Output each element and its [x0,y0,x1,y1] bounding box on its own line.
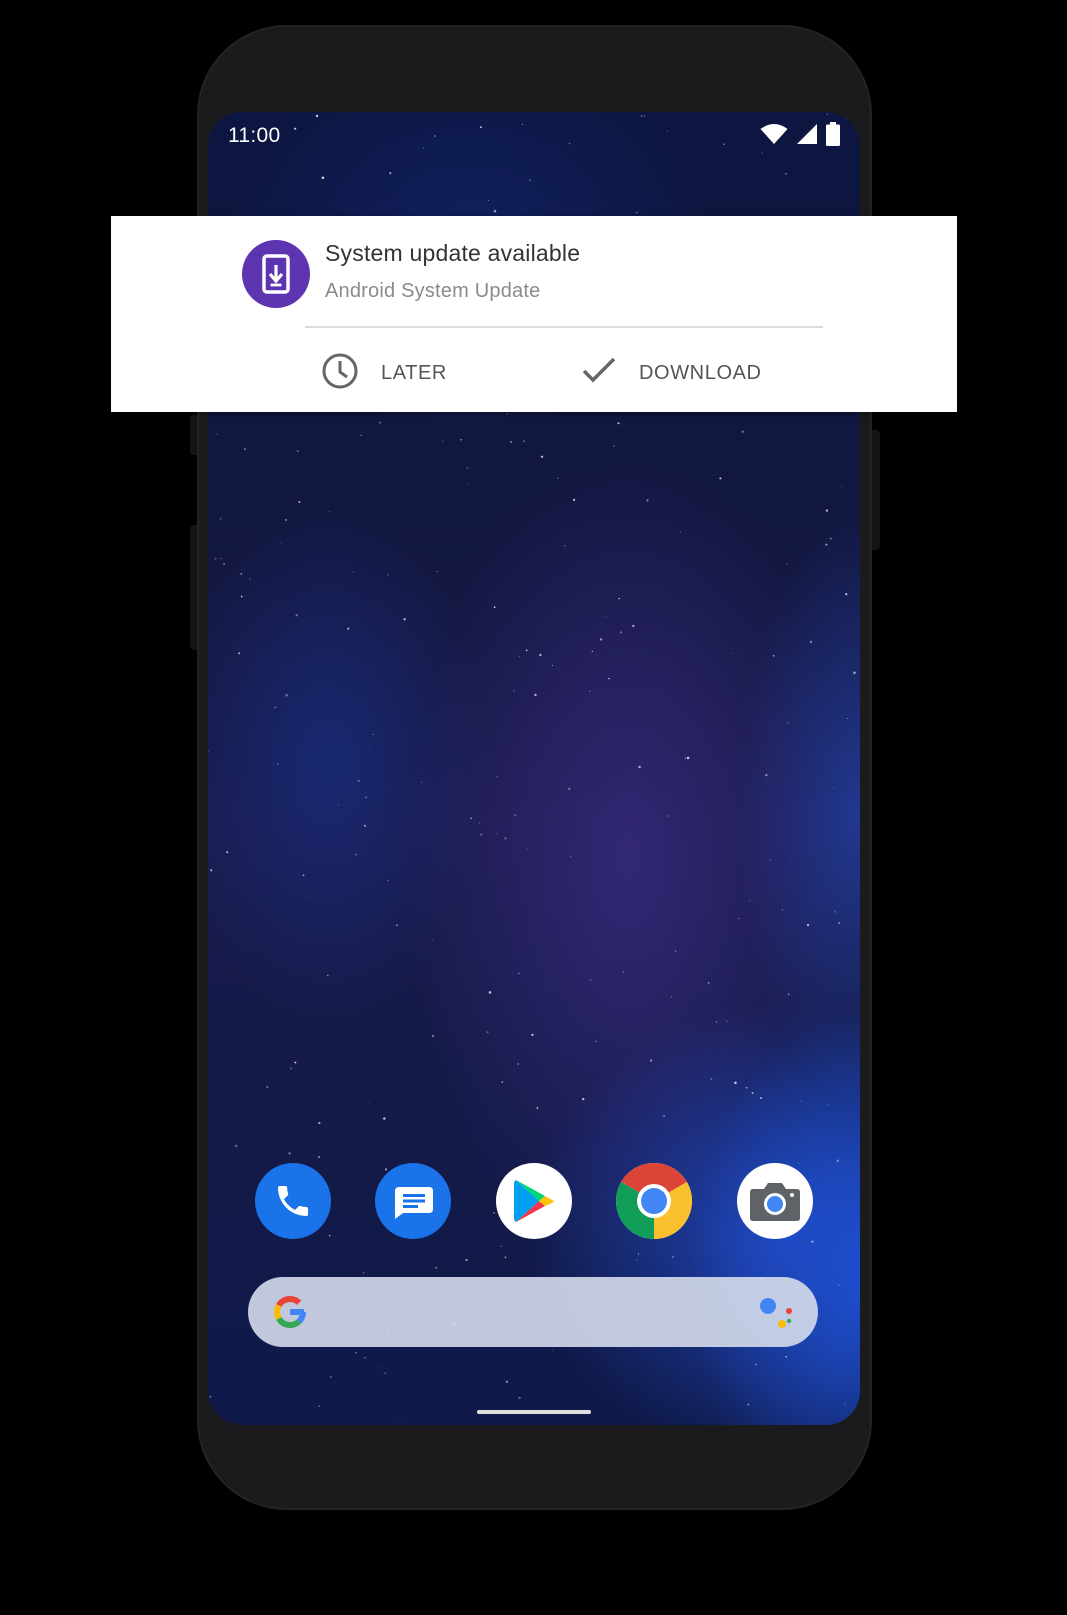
stage: 11:00 System update available Android Sy… [0,0,1067,1615]
camera-icon [750,1183,800,1221]
notification-title: System update available [325,240,581,266]
notification-app-name: Android System Update [325,280,541,302]
google-assistant-icon[interactable] [758,1295,796,1334]
camera-app-icon[interactable] [737,1163,813,1239]
check-icon [581,356,617,391]
cell-signal-icon [796,123,818,150]
google-g-icon[interactable] [270,1292,310,1337]
google-search-bar[interactable] [248,1277,818,1347]
play-store-app-icon[interactable] [496,1163,572,1239]
chrome-app-icon[interactable] [616,1163,692,1239]
system-update-icon [242,240,310,308]
phone-icon [278,1186,308,1216]
status-bar: 11:00 [228,120,840,152]
status-time: 11:00 [228,124,281,147]
home-gesture-handle[interactable] [477,1410,591,1414]
clock-icon [321,352,359,395]
download-button[interactable]: DOWNLOAD [581,351,762,395]
play-store-icon [514,1180,554,1222]
notification-divider [305,326,823,328]
app-dock [255,1163,813,1239]
battery-icon [826,122,840,151]
wifi-icon [760,123,788,150]
later-label: LATER [381,361,447,384]
phone-app-icon[interactable] [255,1163,331,1239]
download-label: DOWNLOAD [639,361,762,384]
status-icons [760,122,840,151]
messages-app-icon[interactable] [375,1163,451,1239]
chrome-icon [616,1163,692,1239]
later-button[interactable]: LATER [321,351,447,395]
messages-icon [395,1187,433,1219]
system-update-notification[interactable]: System update available Android System U… [111,216,957,412]
